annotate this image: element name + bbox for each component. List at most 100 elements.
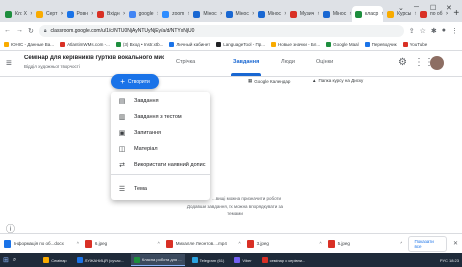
user-avatar[interactable] <box>430 56 444 70</box>
tab-stream[interactable]: Стрічка <box>176 59 195 65</box>
close-tab-icon[interactable]: ✕ <box>91 11 93 17</box>
extensions-icon[interactable]: ✱ <box>431 27 437 35</box>
url-text: classroom.google.com/u/1/c/NTU0NjAyNTUyN… <box>50 27 195 34</box>
browser-tab[interactable]: Мінос✕ <box>320 6 351 22</box>
download-item[interactable]: Михалле Леонтов....mp4 ^ <box>165 239 241 248</box>
close-tab-icon[interactable]: ✕ <box>381 11 383 17</box>
window-close-icon[interactable]: ✕ <box>446 4 452 12</box>
tab-classwork[interactable]: Завдання <box>233 59 259 65</box>
download-item[interactable]: Інформація по об...docx ^ <box>4 239 79 248</box>
drive-folder-link[interactable]: ▲ Папка курсу на Диску <box>312 78 363 83</box>
close-tab-icon[interactable]: ✕ <box>123 11 125 17</box>
browser-tab[interactable]: Мінос✕ <box>223 6 254 22</box>
chevron-up-icon[interactable]: ^ <box>77 241 79 246</box>
tab-favicon-icon <box>97 10 105 18</box>
download-item[interactable]: 5.jpeg ^ <box>327 239 402 248</box>
close-tab-icon[interactable]: ✕ <box>30 11 32 17</box>
browser-tab[interactable]: Ровн ✕ <box>64 6 93 22</box>
tab-favicon-icon <box>322 10 330 18</box>
hamburger-menu-icon[interactable]: ≡ <box>6 58 12 69</box>
tab-grades[interactable]: Оцінки <box>316 59 333 65</box>
taskbar-item[interactable]: ЛУЖАНИЦЯ (сучас... <box>74 254 127 266</box>
close-tab-icon[interactable]: ✕ <box>60 11 62 17</box>
menu-item-quiz-assignment[interactable]: ▥ Завдання з тестом <box>111 110 210 124</box>
chevron-up-icon[interactable]: ^ <box>158 241 160 246</box>
close-tab-icon[interactable]: ✕ <box>284 11 286 17</box>
menu-item-reuse-post[interactable]: ⇄ Використати наявний допис <box>111 158 210 172</box>
browser-tab[interactable]: Мінос✕ <box>255 6 286 22</box>
bookmark-item[interactable]: Личный кабинет <box>169 42 210 47</box>
taskbar-item[interactable]: Класна робота для ... <box>130 254 185 266</box>
maximize-icon[interactable]: ☐ <box>430 4 436 12</box>
close-downloads-icon[interactable]: ✕ <box>453 240 458 247</box>
close-tab-icon[interactable]: ✕ <box>317 11 319 17</box>
start-menu-icon[interactable]: ⊞ <box>3 256 9 264</box>
close-tab-icon[interactable]: ✕ <box>157 11 159 17</box>
bookmark-item[interactable]: (3) Вход • Instr.xtb... <box>115 42 163 47</box>
browser-tab[interactable]: google✕ <box>126 6 159 22</box>
bookmark-item[interactable]: YouTube <box>402 42 428 47</box>
menu-item-question[interactable]: ▣ Запитання <box>111 126 210 140</box>
google-calendar-link[interactable]: ▦ Google Календар <box>248 78 290 84</box>
bookmark-item[interactable]: Google Maal <box>326 42 359 47</box>
reload-icon[interactable]: ↻ <box>28 27 34 35</box>
tab-people[interactable]: Люди <box>281 59 295 65</box>
download-filename: 6.jpeg <box>94 241 108 246</box>
browser-tab[interactable]: Вхідн✕ <box>94 6 125 22</box>
download-item[interactable]: 6.jpeg ^ <box>84 239 160 248</box>
bookmark-item[interactable]: LanguageTool - Пр... <box>216 42 265 47</box>
empty-state-line-1: ...вищі можна призначити роботи <box>212 196 282 201</box>
close-tab-icon[interactable]: ✕ <box>252 11 254 17</box>
close-tab-icon[interactable]: ✕ <box>220 11 222 17</box>
collapse-icon[interactable]: ⌄ <box>398 4 404 12</box>
browser-tab[interactable]: Серт ✕ <box>33 6 63 22</box>
profile-icon[interactable]: ● <box>442 27 446 34</box>
download-filename: Михалле Леонтов....mp4 <box>175 241 227 246</box>
menu-item-topic[interactable]: ☰ Тема <box>111 182 210 196</box>
tab-favicon-icon <box>225 10 233 18</box>
create-button[interactable]: + Створити <box>111 74 159 89</box>
taskbar-item[interactable]: Telegram (61) <box>189 254 228 266</box>
share-icon[interactable]: ⇪ <box>409 27 415 35</box>
bookmark-item[interactable]: ЮНІС - Данные Ва... <box>4 42 54 47</box>
new-tab-button[interactable]: + <box>451 7 462 21</box>
bookmark-item[interactable]: Новые значки - Бл... <box>270 42 320 47</box>
empty-state-line-2: Додавши завдання, їх можна впорядкувати … <box>186 204 284 209</box>
material-icon: ◫ <box>118 146 126 153</box>
taskbar-item[interactable]: Viber <box>231 254 254 266</box>
bookmark-label: YouTube <box>409 42 428 47</box>
browser-tab[interactable]: Кл: Х✕ <box>2 6 32 22</box>
class-title: Семінар для керівників гуртків вокальног… <box>24 55 164 61</box>
show-all-downloads-button[interactable]: Показати все <box>408 235 447 252</box>
menu-item-assignment[interactable]: ▤ Завдання <box>111 94 210 108</box>
tab-title: Кл: Х <box>15 11 27 17</box>
tab-favicon-icon <box>5 10 12 18</box>
close-tab-icon[interactable]: ✕ <box>187 11 189 17</box>
system-tray-clock[interactable]: РУС 18:23 <box>440 258 459 263</box>
browser-tab[interactable]: класр✕ <box>352 6 384 22</box>
browser-menu-icon[interactable]: ⋮ <box>451 27 458 35</box>
app-icon <box>191 257 198 263</box>
back-arrow-icon[interactable]: ← <box>4 27 11 34</box>
star-icon[interactable]: ☆ <box>420 27 426 35</box>
chevron-up-icon[interactable]: ^ <box>319 241 321 246</box>
browser-tab[interactable]: zoom✕ <box>159 6 189 22</box>
bookmark-item[interactable]: Переводчик <box>364 42 397 47</box>
address-bar[interactable]: 🔒︎ classroom.google.com/u/1/c/NTU0NjAyNT… <box>38 24 404 37</box>
settings-gear-icon[interactable]: ⚙ <box>398 57 407 68</box>
chevron-up-icon[interactable]: ^ <box>239 241 241 246</box>
browser-tab[interactable]: Мінос✕ <box>190 6 222 22</box>
bookmark-item[interactable]: AtlantimWMs.com -... <box>60 42 110 47</box>
download-item[interactable]: 3.jpeg ^ <box>246 239 322 248</box>
menu-item-material[interactable]: ◫ Матеріал <box>111 142 210 156</box>
forward-arrow-icon[interactable]: → <box>16 27 23 34</box>
taskbar-search-icon[interactable]: ⌕ <box>13 257 16 264</box>
close-tab-icon[interactable]: ✕ <box>349 11 351 17</box>
chevron-up-icon[interactable]: ^ <box>400 241 402 246</box>
browser-tab[interactable]: Музич✕ <box>287 6 319 22</box>
minimize-icon[interactable]: ─ <box>414 4 419 11</box>
close-tab-icon[interactable]: ✕ <box>414 11 416 17</box>
taskbar-item[interactable]: Семінар <box>40 254 69 266</box>
bookmark-favicon-icon <box>169 42 175 47</box>
taskbar-item[interactable]: семінар с керівни... <box>259 254 309 266</box>
